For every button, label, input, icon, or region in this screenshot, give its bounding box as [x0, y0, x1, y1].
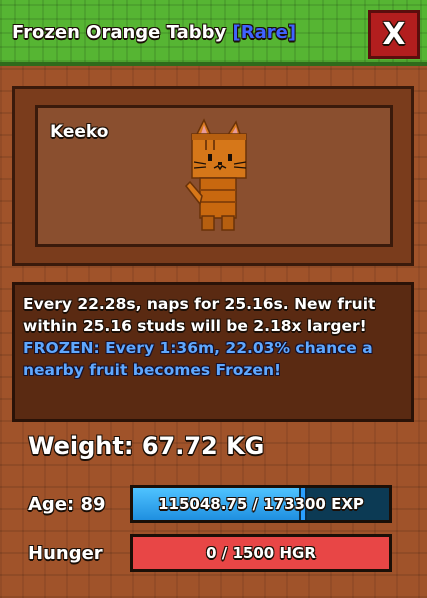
- hunger-progress-bar: 0 / 1500 HGR: [130, 534, 392, 572]
- pet-name: Keeko: [50, 122, 109, 142]
- rarity-badge: [Rare]: [232, 22, 297, 43]
- hunger-label: Hunger: [28, 543, 103, 564]
- close-icon: X: [382, 17, 406, 52]
- age-label: Age: 89: [28, 494, 106, 515]
- ability-description: Every 22.28s, naps for 25.16s. New fruit…: [12, 282, 414, 422]
- close-button[interactable]: X: [368, 10, 420, 59]
- pet-title: Frozen Orange Tabby [Rare]: [12, 22, 296, 43]
- header-bar: Frozen Orange Tabby [Rare] X: [0, 0, 427, 66]
- pet-display: Keeko: [35, 105, 393, 247]
- pet-species: Frozen Orange Tabby: [12, 22, 227, 43]
- exp-text: 115048.75 / 173300 EXP: [158, 495, 364, 513]
- exp-progress-bar: 115048.75 / 173300 EXP: [130, 485, 392, 523]
- weight-label: Weight: 67.72 KG: [28, 432, 265, 460]
- pet-display-frame: Keeko: [12, 86, 414, 266]
- frozen-mutation-text: FROZEN: Every 1:36m, 22.03% chance a nea…: [23, 339, 373, 379]
- hunger-text: 0 / 1500 HGR: [206, 544, 316, 562]
- cat-pet-model: [185, 118, 247, 231]
- ability-text: Every 22.28s, naps for 25.16s. New fruit…: [23, 295, 376, 335]
